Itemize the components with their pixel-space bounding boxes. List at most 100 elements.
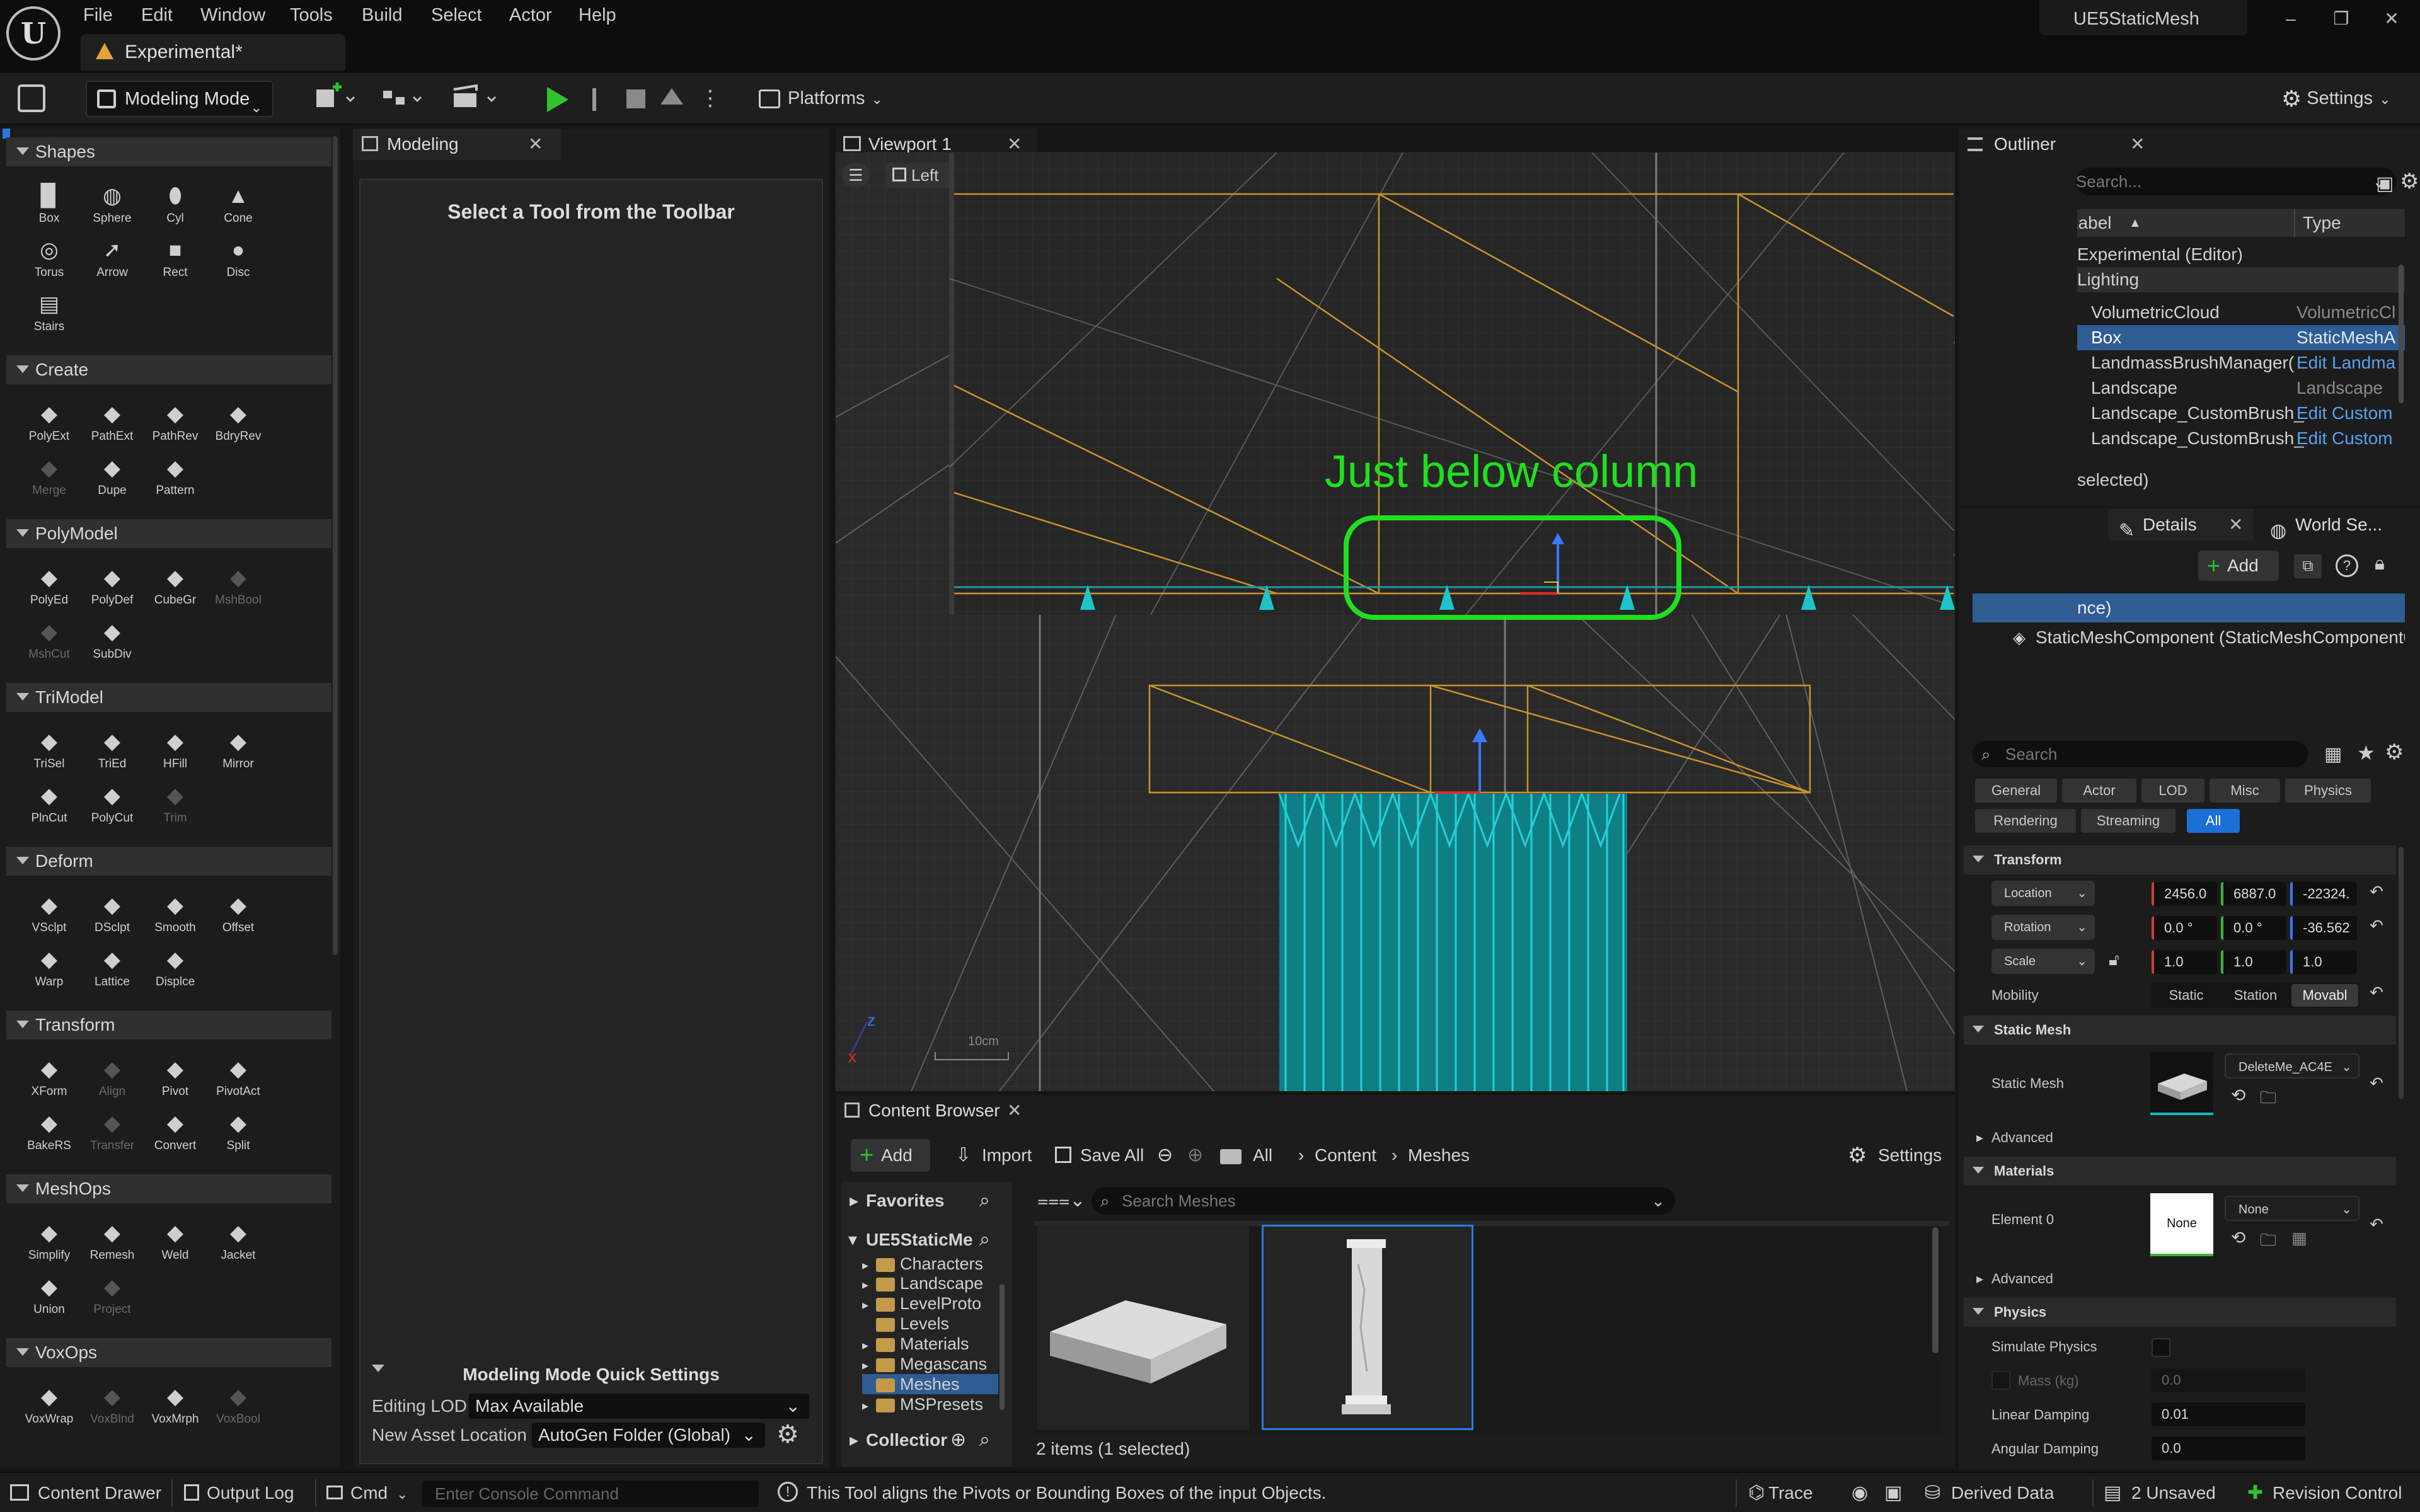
tool-xform[interactable]: ◆ XForm: [18, 1052, 81, 1105]
history-back-icon[interactable]: ⊖: [1157, 1139, 1173, 1172]
mass-override-checkbox[interactable]: [1991, 1371, 2010, 1390]
outliner-search-input[interactable]: Search... ⌄: [2076, 168, 2396, 195]
material-thumbnail[interactable]: None: [2150, 1193, 2213, 1256]
tool-hfill[interactable]: ◆ HFill: [144, 724, 207, 777]
asset-tile-box[interactable]: [1037, 1225, 1249, 1430]
tool-cubegr[interactable]: ◆ CubeGr: [144, 561, 207, 614]
tool-stairs[interactable]: ▤ Stairs: [18, 287, 81, 340]
tool-align[interactable]: ◆ Align: [81, 1052, 144, 1105]
trace-button[interactable]: ⌬ Trace: [1748, 1473, 1813, 1512]
rotation-y[interactable]: 0.0 °: [2221, 916, 2286, 940]
tool-polyed[interactable]: ◆ PolyEd: [18, 561, 81, 614]
details-search-input[interactable]: ⌕ Search: [1973, 741, 2308, 767]
search-icon[interactable]: ⌕: [979, 1184, 990, 1217]
asset-scrollbar[interactable]: [1932, 1227, 1939, 1353]
folder-item[interactable]: ▸ Megascans: [862, 1354, 998, 1374]
new-folder-icon[interactable]: ▣: [2376, 173, 2394, 195]
tab-world-settings[interactable]: ◍ World Se...: [2262, 509, 2414, 541]
maximize-icon[interactable]: ❐: [2319, 0, 2363, 38]
browse-icon[interactable]: 🗀: [2260, 1086, 2276, 1114]
tool-trim[interactable]: ◆ Trim: [144, 779, 207, 832]
outliner-row-type[interactable]: Edit Custom: [2296, 426, 2393, 451]
tool-bdryrev[interactable]: ◆ BdryRev: [207, 397, 270, 450]
close-tab-icon[interactable]: ✕: [2228, 509, 2243, 541]
transform-header[interactable]: Transform: [1964, 845, 2396, 874]
tool-lattice[interactable]: ◆ Lattice: [81, 942, 144, 995]
details-scrollbar[interactable]: [2399, 847, 2404, 1099]
gear-icon[interactable]: ⚙: [2385, 740, 2404, 765]
import-button[interactable]: ⇩ Import: [955, 1139, 1032, 1172]
scale-y[interactable]: 1.0: [2221, 950, 2286, 974]
blueprint-convert-icon[interactable]: ⧉: [2294, 554, 2322, 578]
outliner-row[interactable]: Landscape_CustomBrush_ Edit Custom: [2077, 401, 2405, 426]
menu-file[interactable]: File: [83, 0, 113, 30]
eject-icon[interactable]: [660, 88, 683, 105]
filter-physics[interactable]: Physics: [2285, 779, 2371, 803]
tool-weld[interactable]: ◆ Weld: [144, 1216, 207, 1269]
add-content-button[interactable]: + Add: [851, 1139, 930, 1172]
filter-streaming[interactable]: Streaming: [2081, 809, 2175, 833]
tool-sphere[interactable]: ◍ Sphere: [81, 179, 144, 232]
tool-tried[interactable]: ◆ TriEd: [81, 724, 144, 777]
record-icon[interactable]: ◉: [1852, 1473, 1868, 1512]
cmd-dropdown[interactable]: Cmd ⌄: [326, 1473, 408, 1512]
outliner-row[interactable]: Lighting: [2077, 267, 2405, 292]
location-y[interactable]: 6887.0: [2221, 882, 2286, 906]
tool-plncut[interactable]: ◆ PlnCut: [18, 779, 81, 832]
folder-item[interactable]: ▸Meshes: [862, 1374, 998, 1394]
folder-item[interactable]: ▸ LevelProto: [862, 1293, 998, 1314]
tool-split[interactable]: ◆ Split: [207, 1106, 270, 1159]
menu-window[interactable]: Window: [200, 0, 265, 30]
lock-icon[interactable]: 🔒︎: [2375, 553, 2385, 575]
platforms-button[interactable]: Platforms ⌄: [759, 81, 883, 116]
chevron-right-icon[interactable]: ▸: [862, 1295, 876, 1314]
path-all[interactable]: All: [1253, 1139, 1272, 1172]
outliner-row-type[interactable]: Edit Custom: [2296, 401, 2393, 426]
linear-damping-field[interactable]: 0.01: [2152, 1402, 2305, 1426]
tool-remesh[interactable]: ◆ Remesh: [81, 1216, 144, 1269]
section-voxops[interactable]: VoxOps: [6, 1338, 331, 1367]
location-x[interactable]: 2456.0: [2152, 882, 2217, 906]
tool-pathext[interactable]: ◆ PathExt: [81, 397, 144, 450]
tool-box[interactable]: ▉ Box: [18, 179, 81, 232]
filter-actor[interactable]: Actor: [2062, 779, 2136, 803]
chevron-right-icon[interactable]: ▸: [862, 1336, 876, 1354]
static-mesh-header[interactable]: Static Mesh: [1964, 1016, 2396, 1045]
section-transform[interactable]: Transform: [6, 1011, 331, 1040]
minimize-icon[interactable]: –: [2269, 0, 2313, 38]
tab-outliner[interactable]: Outliner ✕: [1959, 129, 2145, 160]
material-picker[interactable]: None ⌄: [2225, 1196, 2360, 1221]
console-command-input[interactable]: Enter Console Command: [422, 1480, 759, 1507]
filter-rendering[interactable]: Rendering: [1975, 809, 2076, 833]
outliner-scrollbar[interactable]: [2399, 265, 2404, 403]
col-type[interactable]: Type: [2295, 209, 2341, 237]
history-forward-icon[interactable]: ⊕: [1187, 1139, 1203, 1172]
physics-header[interactable]: Physics: [1964, 1298, 2396, 1327]
materials-header[interactable]: Materials: [1964, 1157, 2396, 1186]
folder-item[interactable]: ▸ Materials: [862, 1334, 998, 1354]
gear-icon[interactable]: ⚙: [2400, 169, 2419, 194]
tool-arrow[interactable]: ➚ Arrow: [81, 233, 144, 286]
outliner-row[interactable]: Experimental (Editor): [2077, 242, 2405, 267]
tool-polydef[interactable]: ◆ PolyDef: [81, 561, 144, 614]
scale-lock-icon[interactable]: 🔓︎: [2109, 950, 2119, 970]
save-icon[interactable]: [18, 84, 45, 112]
tool-pathrev[interactable]: ◆ PathRev: [144, 397, 207, 450]
sources-scrollbar[interactable]: [1000, 1284, 1005, 1410]
scale-dropdown[interactable]: Scale ⌄: [1991, 949, 2095, 974]
stop-icon[interactable]: [626, 89, 645, 108]
hamburger-menu-icon[interactable]: ☰: [842, 163, 870, 188]
section-create[interactable]: Create: [6, 355, 331, 384]
star-icon[interactable]: ★: [2357, 741, 2375, 765]
menu-actor[interactable]: Actor: [509, 0, 552, 30]
static-mesh-thumbnail[interactable]: [2150, 1052, 2213, 1115]
project-root-header[interactable]: ▾ UE5StaticMe: [847, 1223, 986, 1256]
add-component-button[interactable]: + Add: [2198, 551, 2279, 581]
more-options-icon[interactable]: ⋮: [700, 81, 721, 116]
static-mesh-component-row[interactable]: ◈ StaticMeshComponent (StaticMeshCompone…: [1973, 624, 2405, 651]
tool-dsclpt[interactable]: ◆ DSclpt: [81, 888, 144, 941]
tool-voxblnd[interactable]: ◆ VoxBlnd: [81, 1380, 144, 1433]
tool-pivot[interactable]: ◆ Pivot: [144, 1052, 207, 1105]
section-meshops[interactable]: MeshOps: [6, 1174, 331, 1203]
tab-details[interactable]: ✎ Details ✕: [2109, 509, 2254, 541]
